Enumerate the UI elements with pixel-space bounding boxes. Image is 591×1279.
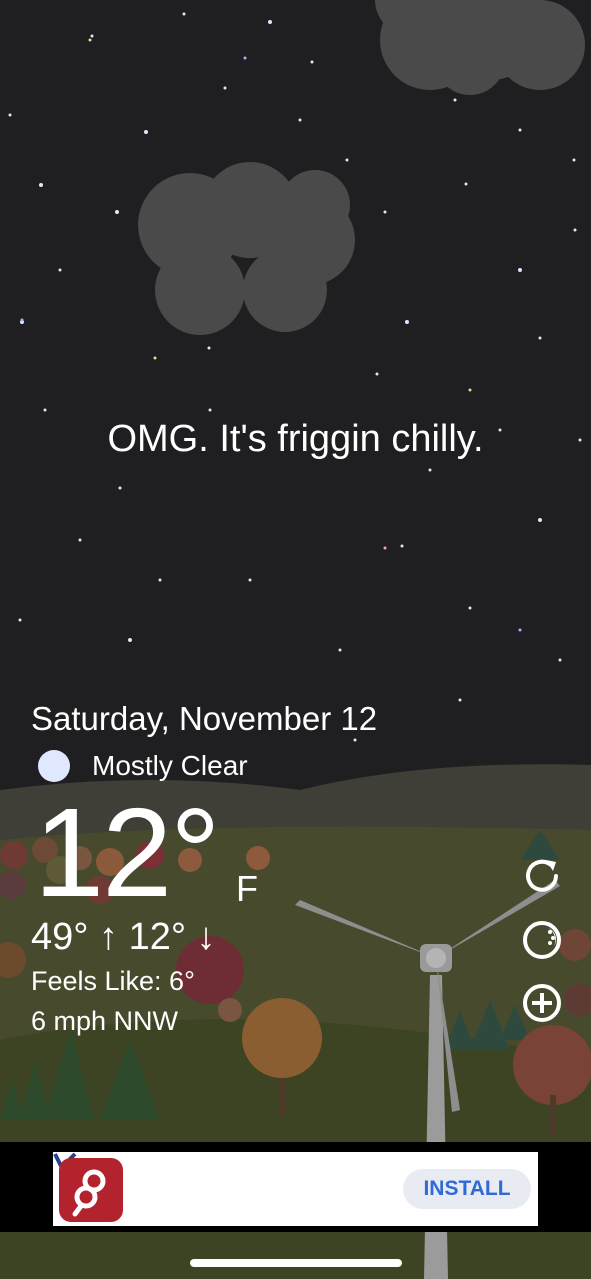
cloud-top-right bbox=[375, 0, 585, 95]
current-date: Saturday, November 12 bbox=[31, 700, 378, 737]
condition-row: Mostly Clear bbox=[36, 746, 248, 786]
install-button[interactable]: INSTALL bbox=[403, 1169, 531, 1209]
witty-message: OMG. It's friggin chilly. bbox=[107, 418, 484, 460]
temperature-unit: F bbox=[236, 868, 258, 909]
app-logo-icon[interactable] bbox=[59, 1158, 123, 1222]
home-indicator[interactable] bbox=[190, 1259, 402, 1267]
refresh-icon[interactable] bbox=[520, 854, 564, 898]
condition-label: Mostly Clear bbox=[92, 750, 248, 781]
appearance-icon[interactable] bbox=[520, 918, 564, 962]
current-temperature: 12° bbox=[34, 782, 221, 923]
high-low-temperature: 49° ↑ 12° ↓ bbox=[31, 916, 216, 958]
ad-banner[interactable]: INSTALL bbox=[53, 1152, 538, 1226]
feels-like: Feels Like: 6° bbox=[31, 966, 195, 996]
night-scene bbox=[0, 0, 591, 1279]
add-icon[interactable] bbox=[520, 981, 564, 1025]
wind-speed: 6 mph NNW bbox=[31, 1006, 179, 1036]
moon-icon bbox=[38, 750, 70, 782]
